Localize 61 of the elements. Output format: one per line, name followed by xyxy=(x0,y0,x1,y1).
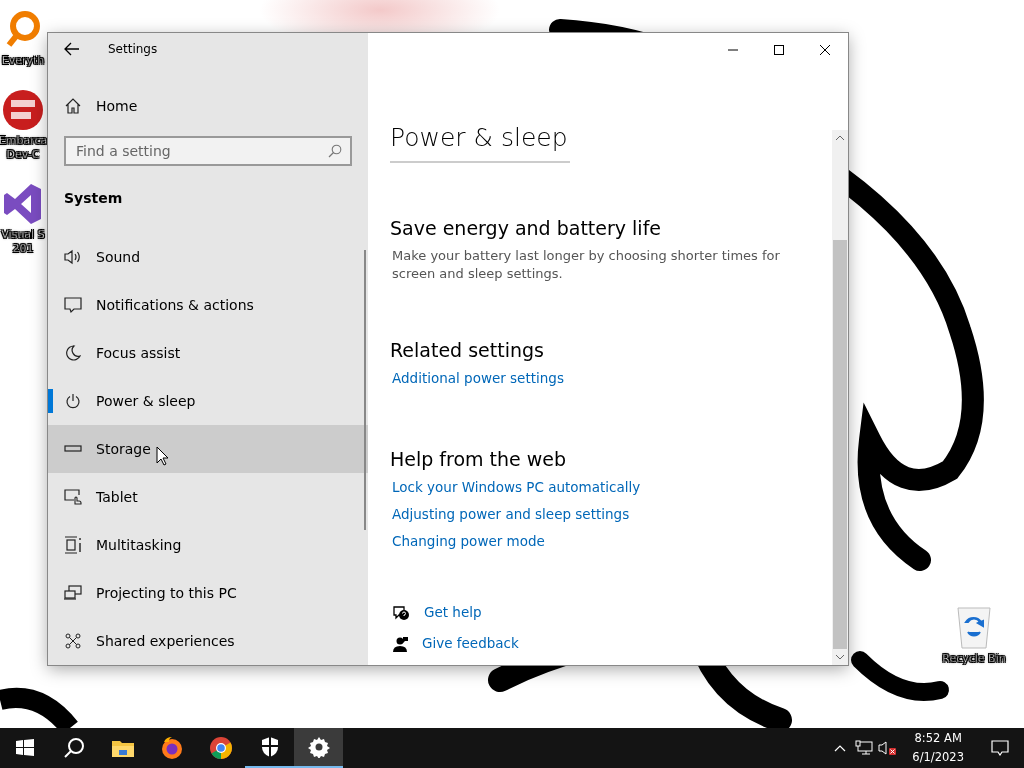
sidebar-item[interactable]: Multitasking xyxy=(48,521,368,569)
icon-label: Visual S xyxy=(1,228,45,242)
person-speech-icon xyxy=(392,635,408,652)
drive-icon xyxy=(64,444,82,454)
sidebar-item[interactable]: Shared experiences xyxy=(48,617,368,665)
close-icon xyxy=(820,44,830,55)
windows-icon xyxy=(64,536,82,554)
help-bubble-icon xyxy=(392,604,410,621)
section-heading: System xyxy=(63,189,124,209)
icon-label: Everyth xyxy=(1,54,45,68)
power-icon xyxy=(65,393,81,409)
page-heading: Power & sleep xyxy=(390,122,568,154)
windows-logo-icon[interactable] xyxy=(14,738,35,758)
sidebar-item[interactable]: Sound xyxy=(48,233,368,281)
round-browser-icon[interactable] xyxy=(208,736,233,760)
section-heading: Help from the web xyxy=(390,447,568,472)
icon-label: Embarca xyxy=(0,134,48,148)
speech-bubble-icon xyxy=(64,296,82,314)
moon-icon xyxy=(65,345,81,361)
maximize-icon xyxy=(774,44,784,55)
mouse-pointer-icon xyxy=(156,446,170,466)
clock[interactable]: 8:52 AM 6/1/2023 xyxy=(900,729,976,767)
search-field[interactable]: Find a setting xyxy=(64,136,352,167)
muted-speaker-icon[interactable] xyxy=(878,740,899,756)
section-heading: Save energy and battery life xyxy=(390,216,663,241)
sidebar-item[interactable]: Tablet xyxy=(48,473,368,521)
window-title: Settings xyxy=(108,42,158,57)
sidebar-item[interactable]: Focus assist xyxy=(48,329,368,377)
sidebar-item[interactable]: Notifications & actions xyxy=(48,281,368,329)
link[interactable]: Give feedback xyxy=(422,634,519,653)
touch-screen-icon xyxy=(64,488,82,506)
description-text: Make your battery last longer by choosing shorter times for screen and sleep settings. xyxy=(392,247,781,283)
taskbar-button[interactable] xyxy=(294,728,343,768)
folder-icon[interactable] xyxy=(110,738,135,758)
round-logo-icon xyxy=(1,88,45,132)
sidebar-item[interactable]: Storage xyxy=(48,425,368,473)
link[interactable]: Adjusting power and sleep settings xyxy=(392,501,630,528)
icon-label: Dev-C xyxy=(6,148,40,162)
speaker-icon xyxy=(64,249,82,265)
settings-icon[interactable] xyxy=(307,736,330,758)
network-nodes-icon xyxy=(65,633,81,649)
link[interactable]: Changing power mode xyxy=(392,528,545,555)
search-icon[interactable] xyxy=(62,737,85,759)
shield-icon[interactable] xyxy=(259,736,280,758)
monitor-icon xyxy=(64,585,82,601)
house-icon xyxy=(64,96,82,115)
link[interactable]: Additional power settings xyxy=(392,365,564,392)
scrollbar[interactable] xyxy=(832,130,848,665)
section-heading: Related settings xyxy=(390,338,545,363)
icon-label: Recycle Bin xyxy=(942,652,1006,666)
network-icon[interactable] xyxy=(855,740,874,756)
fox-globe-icon[interactable] xyxy=(159,736,184,760)
search-icon xyxy=(328,144,342,159)
link[interactable]: Get help xyxy=(424,603,482,622)
notification-icon[interactable] xyxy=(991,740,1009,756)
link[interactable]: Lock your Windows PC automatically xyxy=(392,474,641,501)
chevron-up-icon[interactable] xyxy=(834,744,847,752)
icon-label: 201 xyxy=(12,242,34,256)
back-arrow-icon[interactable] xyxy=(64,42,80,57)
sidebar-item[interactable]: Projecting to this PC xyxy=(48,569,368,617)
home-item[interactable]: Home xyxy=(48,81,368,130)
